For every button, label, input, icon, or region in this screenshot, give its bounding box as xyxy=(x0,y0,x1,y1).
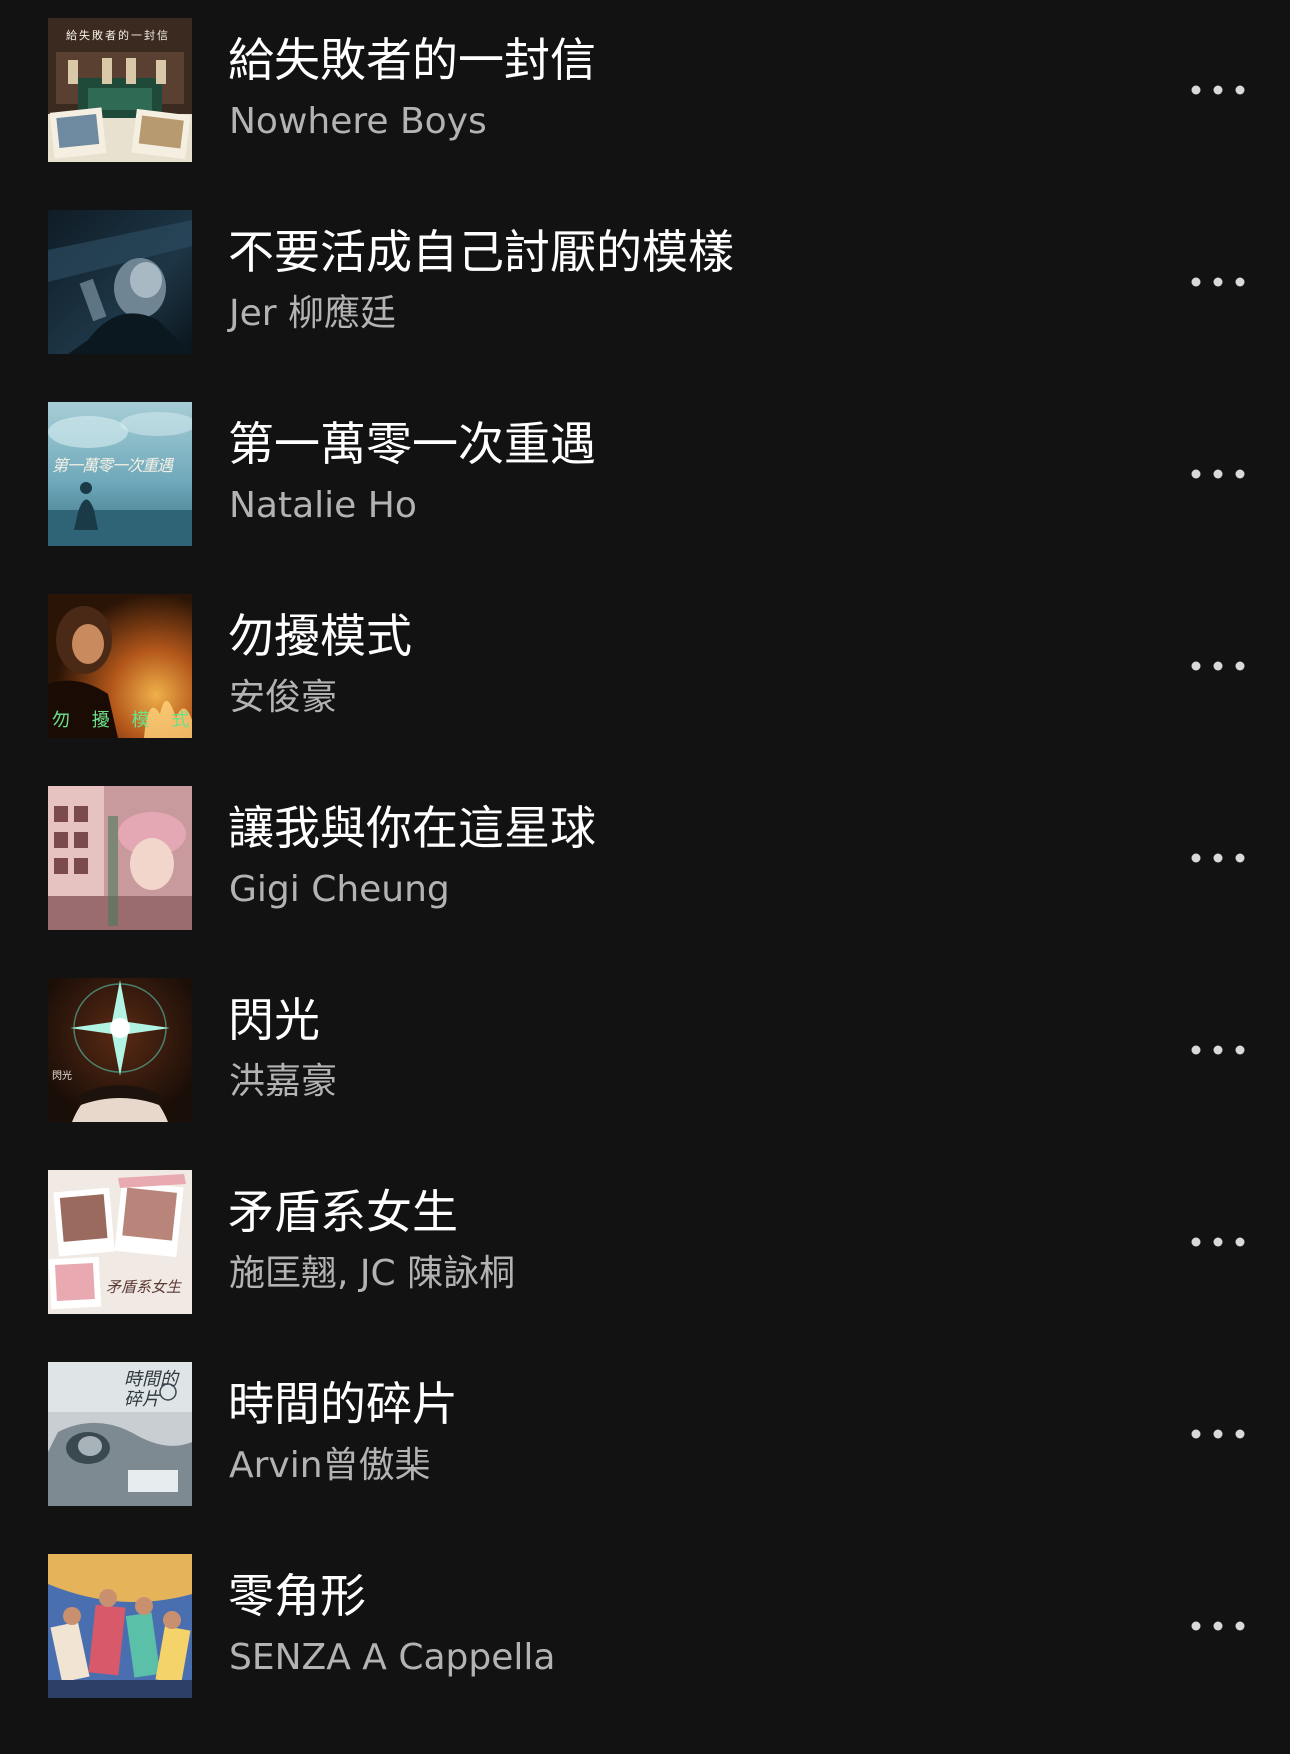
track-row[interactable]: 讓我與你在這星球 Gigi Cheung xyxy=(0,786,1290,936)
album-cover-city-portrait[interactable] xyxy=(48,786,192,930)
more-options-button[interactable] xyxy=(1180,1414,1256,1454)
track-row[interactable]: 矛盾系女生 矛盾系女生 施匡翹, JC 陳詠桐 xyxy=(0,1170,1290,1320)
more-options-button[interactable] xyxy=(1180,1030,1256,1070)
more-options-icon xyxy=(1191,661,1245,671)
album-cover-title: 時間的碎片 xyxy=(124,1369,178,1410)
more-options-button[interactable] xyxy=(1180,838,1256,878)
album-cover-title: 第一萬零一次重遇 xyxy=(52,456,173,475)
album-cover-art xyxy=(48,1554,192,1698)
more-options-icon xyxy=(1191,853,1245,863)
track-title: 不要活成自己討厭的模樣 xyxy=(228,225,734,279)
track-row[interactable]: 時間的碎片 時間的碎片 Arvin曾傲棐 xyxy=(0,1362,1290,1512)
album-cover-title: 給失敗者的一封信 xyxy=(66,29,170,42)
more-options-button[interactable] xyxy=(1180,646,1256,686)
track-artist: Natalie Ho xyxy=(229,485,417,526)
more-options-icon xyxy=(1191,1045,1245,1055)
album-cover-man-in-car[interactable] xyxy=(48,210,192,354)
track-title: 第一萬零一次重遇 xyxy=(228,417,596,471)
track-row[interactable]: 勿 擾 模 式 勿擾模式 安俊豪 xyxy=(0,594,1290,744)
album-cover-photo-collage[interactable]: 矛盾系女生 xyxy=(48,1170,192,1314)
album-cover-title: 矛盾系女生 xyxy=(106,1278,182,1296)
more-options-icon xyxy=(1191,1237,1245,1247)
track-artist: 洪嘉豪 xyxy=(229,1061,338,1102)
track-artist: 施匡翹, JC 陳詠桐 xyxy=(229,1253,516,1294)
track-title: 讓我與你在這星球 xyxy=(228,801,596,855)
track-row[interactable]: 閃光 閃光 洪嘉豪 xyxy=(0,978,1290,1128)
track-row[interactable]: 不要活成自己討厭的模樣 Jer 柳應廷 xyxy=(0,210,1290,360)
more-options-button[interactable] xyxy=(1180,1222,1256,1262)
album-cover-title: 勿 擾 模 式 xyxy=(52,710,192,731)
track-title: 給失敗者的一封信 xyxy=(228,33,596,87)
album-cover-group-collage[interactable] xyxy=(48,1554,192,1698)
track-row[interactable]: 零角形 SENZA A Cappella xyxy=(0,1554,1290,1704)
track-title: 勿擾模式 xyxy=(228,609,412,663)
track-title: 矛盾系女生 xyxy=(228,1185,458,1239)
more-options-button[interactable] xyxy=(1180,454,1256,494)
more-options-icon xyxy=(1191,1429,1245,1439)
album-cover-sky-figure[interactable]: 第一萬零一次重遇 xyxy=(48,402,192,546)
track-artist: 安俊豪 xyxy=(229,677,338,718)
track-artist: SENZA A Cappella xyxy=(229,1637,556,1678)
more-options-icon xyxy=(1191,277,1245,287)
album-cover-sparkle-light[interactable]: 閃光 xyxy=(48,978,192,1122)
track-artist: Jer 柳應廷 xyxy=(229,293,397,334)
track-title: 時間的碎片 xyxy=(228,1377,458,1431)
more-options-button[interactable] xyxy=(1180,262,1256,302)
more-options-icon xyxy=(1191,469,1245,479)
track-row[interactable]: 給失敗者的一封信 給失敗者的一封信 Nowhere Boys xyxy=(0,18,1290,168)
more-options-button[interactable] xyxy=(1180,1606,1256,1646)
album-cover-band-stage[interactable]: 給失敗者的一封信 xyxy=(48,18,192,162)
more-options-icon xyxy=(1191,1621,1245,1631)
track-title: 閃光 xyxy=(228,993,320,1047)
track-title: 零角形 xyxy=(228,1569,366,1623)
track-row[interactable]: 第一萬零一次重遇 第一萬零一次重遇 Natalie Ho xyxy=(0,402,1290,552)
more-options-button[interactable] xyxy=(1180,70,1256,110)
more-options-icon xyxy=(1191,85,1245,95)
album-cover-art xyxy=(48,978,192,1122)
track-artist: Nowhere Boys xyxy=(229,101,487,142)
album-cover-fire-portrait[interactable]: 勿 擾 模 式 xyxy=(48,594,192,738)
album-cover-sketch-sleeper[interactable]: 時間的碎片 xyxy=(48,1362,192,1506)
album-cover-title: 閃光 xyxy=(52,1071,72,1082)
album-cover-art xyxy=(48,210,192,354)
track-artist: Gigi Cheung xyxy=(229,869,450,910)
track-artist: Arvin曾傲棐 xyxy=(229,1445,431,1486)
album-cover-art xyxy=(48,786,192,930)
